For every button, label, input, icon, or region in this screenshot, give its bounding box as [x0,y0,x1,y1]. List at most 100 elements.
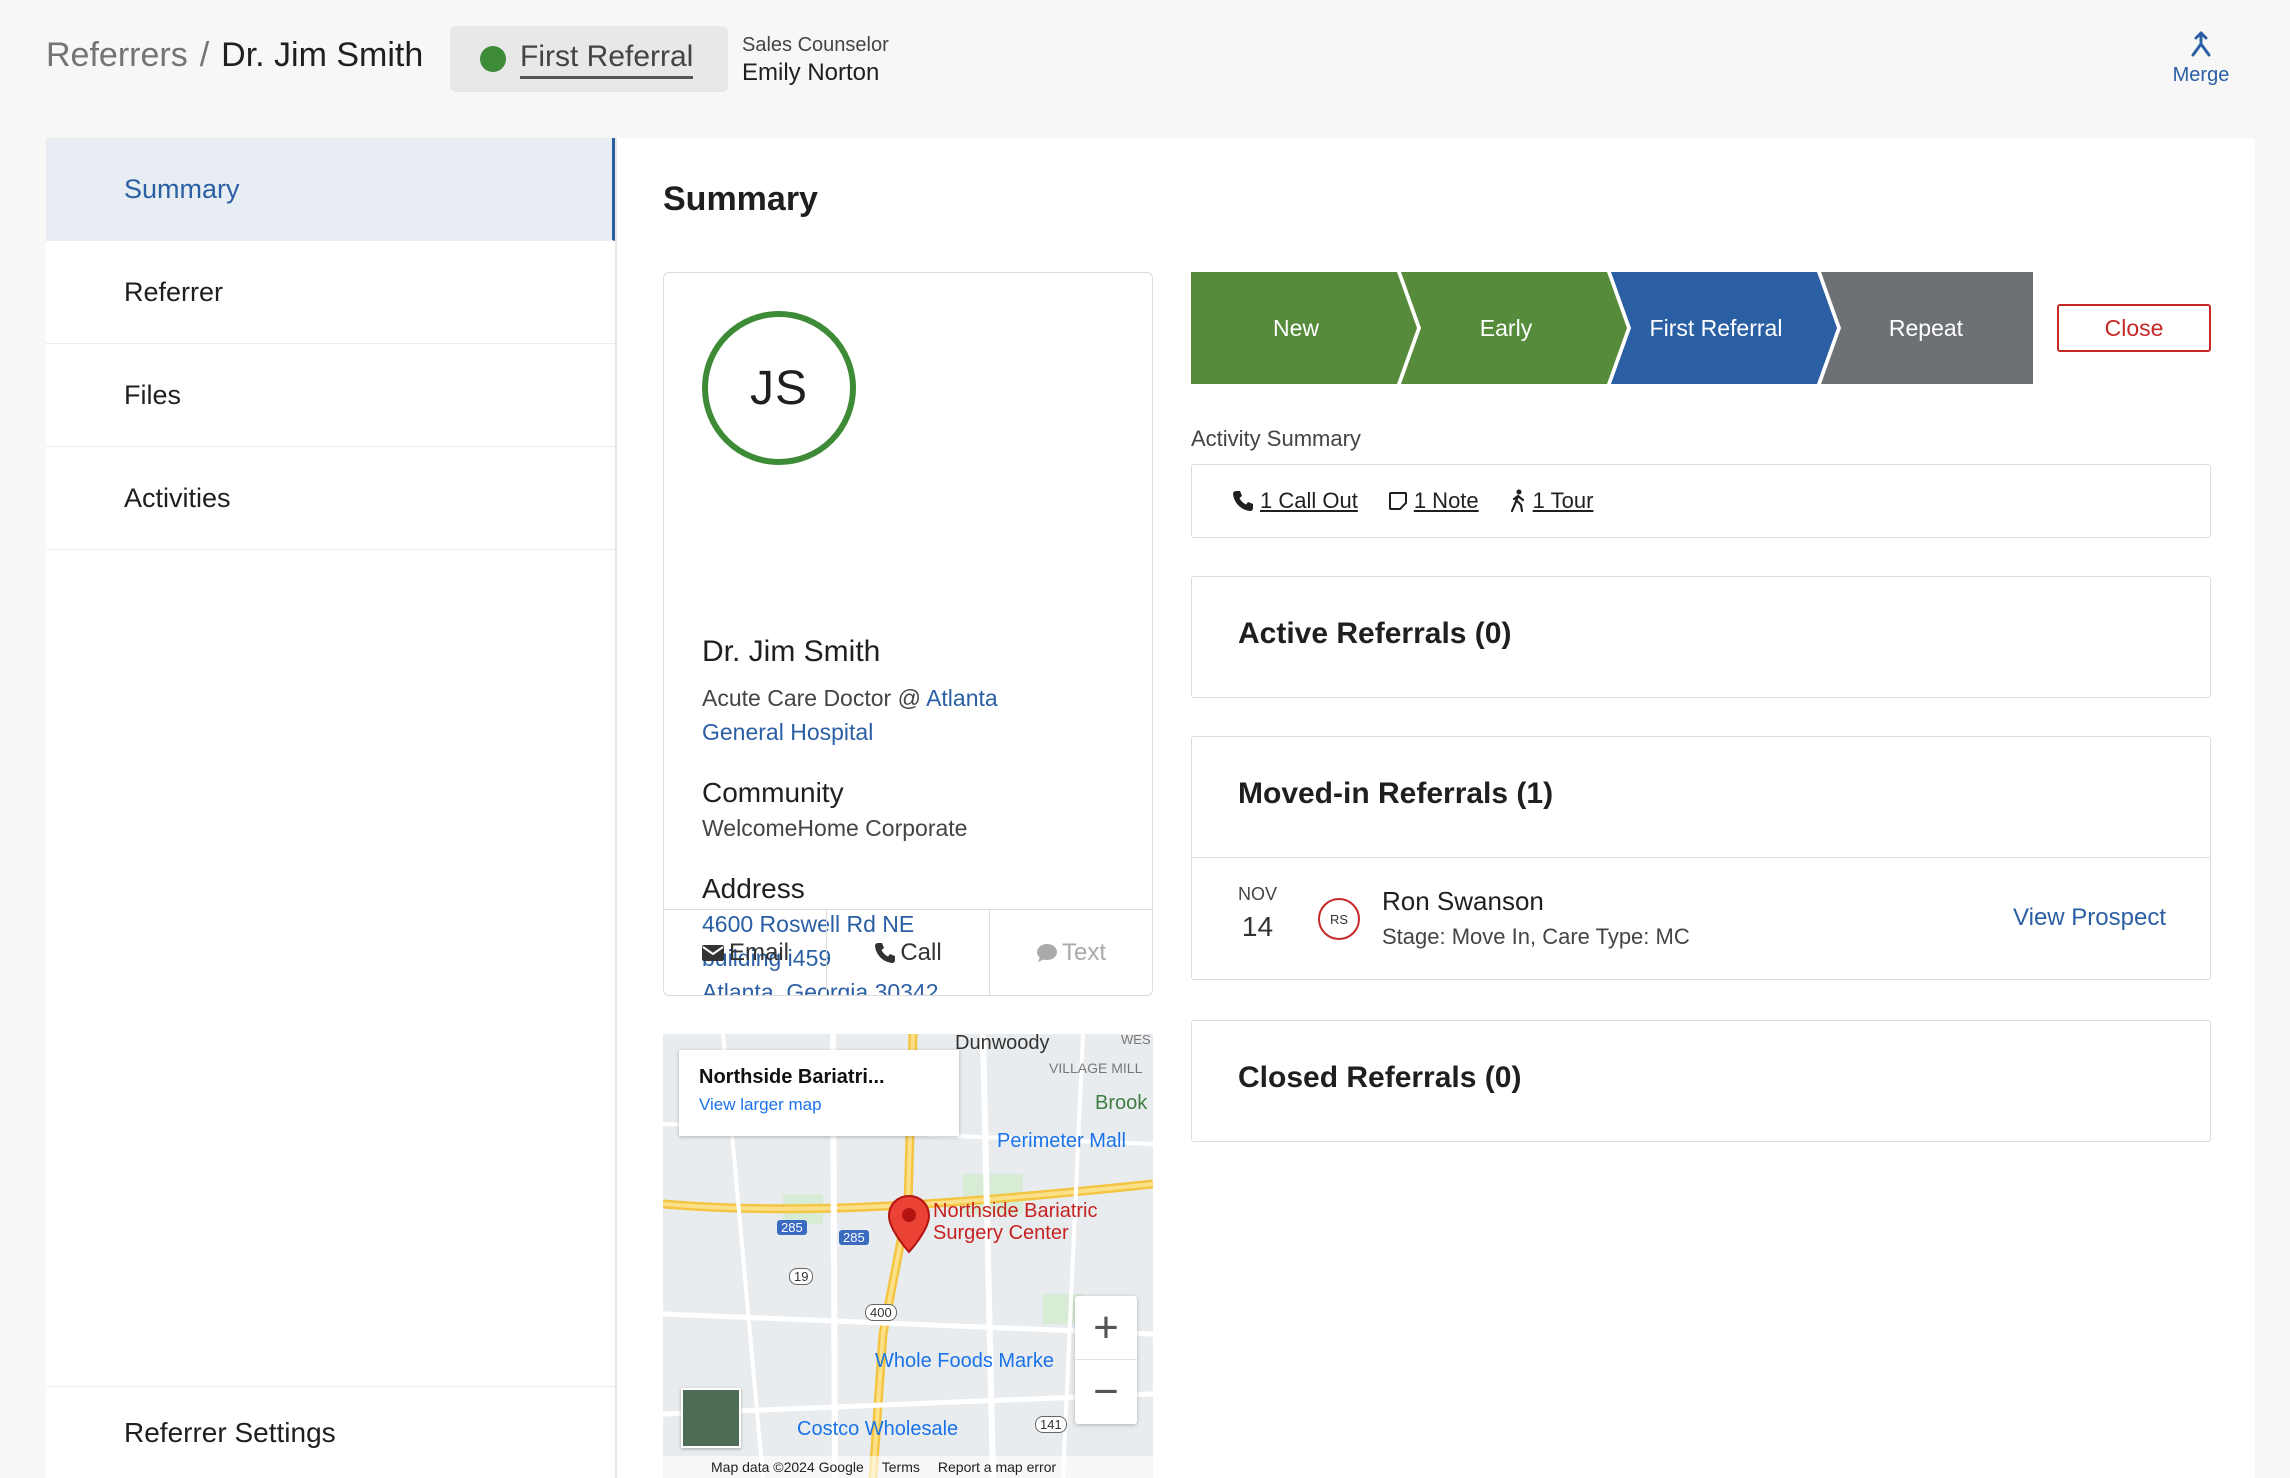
map-place-title: Northside Bariatri... [699,1066,885,1088]
activity-summary-label: Activity Summary [1191,426,1361,451]
sidebar-item-label: Summary [124,173,240,204]
organization-link-line2[interactable]: General Hospital [702,719,873,745]
list-item: NOV 14 RS Ron Swanson Stage: Move In, Ca… [1192,857,2210,979]
sidebar-item-label: Referrer [124,276,224,307]
referral-month: NOV [1238,884,1278,904]
referrer-profile-card: JS Dr. Jim Smith Acute Care Doctor @ Atl… [663,272,1153,996]
map-place-card: Northside Bariatri... View larger map [679,1050,959,1136]
tour-count: 1 Tour [1532,488,1594,513]
view-prospect-link[interactable]: View Prospect [2013,904,2166,932]
sidebar-item-summary[interactable]: Summary [46,138,615,241]
breadcrumb-referrers-link[interactable]: Referrers [46,36,188,75]
map-label-i285-west: 285 [777,1220,807,1235]
stage-new[interactable]: New [1191,272,1401,384]
activity-summary: 1 Call Out 1 Note 1 Tour [1191,464,2211,538]
map-label-surgery: Surgery Center [933,1222,1069,1244]
view-larger-map-link[interactable]: View larger map [699,1095,939,1115]
stage-first-referral[interactable]: First Referral [1611,272,1821,384]
stage-progress: New Early First Referral Repeat [1191,272,2033,384]
closed-referrals-title: Closed Referrals (0) [1238,1061,1522,1094]
sidebar-item-activities[interactable]: Activities [46,447,615,550]
chat-bubble-icon [1036,943,1057,962]
referrer-title: Acute Care Doctor @ [702,685,927,711]
community-value: WelcomeHome Corporate [702,815,968,841]
map-label-route-141: 141 [1035,1416,1067,1433]
page-title: Dr. Jim Smith [221,36,424,74]
location-map[interactable]: Northside Bariatri... View larger map Du… [663,1034,1153,1478]
active-referrals-panel[interactable]: Active Referrals (0) [1191,576,2211,698]
map-report-link[interactable]: Report a map error [938,1459,1056,1475]
map-pin-icon[interactable] [887,1194,931,1254]
satellite-toggle-button[interactable] [681,1388,741,1448]
sales-counselor-name: Emily Norton [742,59,880,86]
map-zoom-controls: + − [1075,1296,1137,1424]
sidebar-item-label: Files [124,379,182,410]
status-dropdown[interactable]: First Referral [450,26,728,92]
map-label-perimeter: Perimeter Mall [997,1130,1126,1152]
section-title: Summary [663,180,818,218]
map-data-credit: Map data ©2024 Google [711,1459,864,1475]
walking-person-icon [1510,489,1524,513]
sidebar: Summary Referrer Files Activities Referr… [46,138,617,1478]
merge-icon [2191,31,2211,57]
text-button[interactable]: Text [990,910,1152,995]
community-heading: Community [702,777,844,808]
referrer-name: Dr. Jim Smith [702,635,881,668]
sidebar-item-referrer[interactable]: Referrer [46,241,615,344]
zoom-out-button[interactable]: − [1075,1360,1137,1424]
map-label-whole-foods: Whole Foods Marke [875,1350,1054,1372]
email-button[interactable]: Email [664,910,827,995]
map-terms-link[interactable]: Terms [882,1459,920,1475]
call-out-count: 1 Call Out [1260,488,1358,513]
map-label-wes: WES [1121,1034,1151,1047]
referral-day: 14 [1241,911,1274,942]
closed-referrals-panel[interactable]: Closed Referrals (0) [1191,1020,2211,1142]
contact-actions: Email Call Text [664,909,1152,995]
call-out-count-link[interactable]: 1 Call Out [1232,488,1358,514]
map-attribution: Map data ©2024 Google Terms Report a map… [663,1456,1153,1478]
zoom-in-button[interactable]: + [1075,1296,1137,1360]
prospect-details: Stage: Move In, Care Type: MC [1382,924,1690,949]
merge-button[interactable]: Merge [2146,30,2256,87]
sidebar-item-files[interactable]: Files [46,344,615,447]
sidebar-item-label: Activities [124,482,231,513]
map-label-brook: Brook [1095,1092,1148,1114]
phone-icon [1233,491,1253,511]
call-label: Call [900,938,942,966]
referral-date: NOV 14 [1238,884,1277,943]
moved-in-referrals-title[interactable]: Moved-in Referrals (1) [1238,777,1553,811]
stage-early[interactable]: Early [1401,272,1611,384]
phone-icon [875,942,896,963]
organization-link[interactable]: Atlanta [926,685,998,711]
text-label: Text [1061,938,1106,966]
envelope-icon [701,944,724,961]
avatar: RS [1318,898,1360,940]
avatar: JS [702,311,856,465]
map-label-dunwoody: Dunwoody [955,1034,1050,1054]
map-label-route-19: 19 [789,1268,814,1285]
map-label-route-400: 400 [865,1304,897,1321]
note-count: 1 Note [1413,488,1479,513]
sidebar-item-referrer-settings[interactable]: Referrer Settings [46,1386,615,1478]
note-count-link[interactable]: 1 Note [1388,488,1479,514]
close-referrer-button[interactable]: Close [2057,304,2211,352]
status-label: First Referral [520,40,694,79]
merge-label: Merge [2172,64,2230,86]
tour-count-link[interactable]: 1 Tour [1509,488,1594,514]
stage-repeat[interactable]: Repeat [1821,272,2031,384]
sales-counselor: Sales Counselor Emily Norton [742,34,889,87]
breadcrumb-separator: / [199,36,210,74]
map-label-northside: Northside Bariatric [933,1200,1098,1222]
main-panel: Summary JS Dr. Jim Smith Acute Care Doct… [617,138,2255,1478]
moved-in-referrals-panel: Moved-in Referrals (1) NOV 14 RS Ron Swa… [1191,736,2211,980]
map-label-village: VILLAGE MILL [1049,1060,1143,1076]
sidebar-item-label: Referrer Settings [124,1416,336,1448]
note-icon [1388,492,1407,510]
map-label-costco: Costco Wholesale [797,1418,959,1440]
email-label: Email [728,938,789,966]
breadcrumb: Referrers / Dr. Jim Smith [46,36,423,75]
status-dot-icon [480,46,506,72]
top-bar: Referrers / Dr. Jim Smith First Referral… [0,0,2290,120]
call-button[interactable]: Call [827,910,990,995]
active-referrals-title: Active Referrals (0) [1238,617,1512,650]
